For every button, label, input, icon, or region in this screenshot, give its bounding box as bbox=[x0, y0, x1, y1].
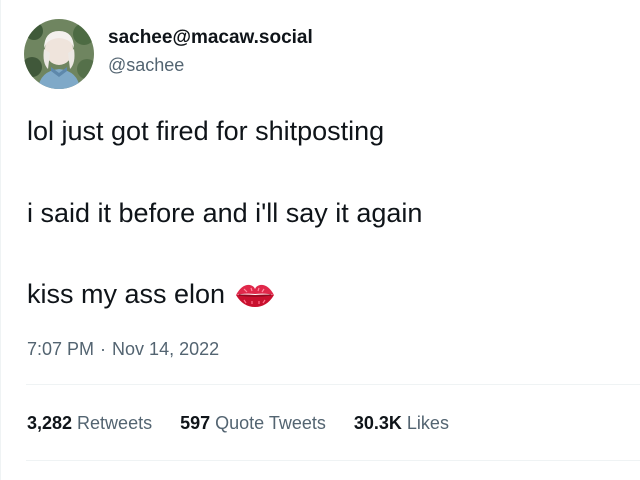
tweet-text-line: kiss my ass elon bbox=[27, 277, 277, 311]
user-handle[interactable]: @sachee bbox=[108, 53, 313, 77]
engagement-stats: 3,282 Retweets 597 Quote Tweets 30.3K Li… bbox=[27, 411, 477, 435]
tweet-date[interactable]: Nov 14, 2022 bbox=[112, 337, 219, 361]
divider bbox=[26, 460, 640, 461]
divider bbox=[26, 384, 640, 385]
tweet-text-line: lol just got fired for shitposting bbox=[27, 116, 385, 146]
profile-photo-icon bbox=[24, 19, 94, 89]
likes-label: Likes bbox=[406, 413, 449, 433]
tweet-timestamp[interactable]: 7:07 PM · Nov 14, 2022 bbox=[27, 337, 219, 361]
author-names: sachee@macaw.social @sachee bbox=[108, 26, 313, 77]
avatar[interactable] bbox=[24, 19, 94, 89]
retweets-count: 3,282 bbox=[27, 413, 73, 433]
timestamp-separator: · bbox=[100, 339, 107, 359]
quote-tweets-count: 597 bbox=[180, 413, 211, 433]
likes-stat[interactable]: 30.3K Likes bbox=[354, 411, 449, 435]
tweet-text-line-content: kiss my ass elon bbox=[27, 279, 226, 309]
tweet-card: sachee@macaw.social @sachee lol just got… bbox=[0, 0, 640, 480]
retweets-stat[interactable]: 3,282 Retweets bbox=[27, 411, 152, 435]
tweet-text-line: i said it before and i'll say it again bbox=[27, 198, 423, 228]
kiss-mark-icon bbox=[233, 281, 277, 309]
tweet-header: sachee@macaw.social @sachee bbox=[24, 19, 313, 89]
quote-tweets-label: Quote Tweets bbox=[215, 413, 326, 433]
tweet-time[interactable]: 7:07 PM bbox=[27, 337, 94, 361]
card-border bbox=[0, 0, 1, 480]
display-name[interactable]: sachee@macaw.social bbox=[108, 26, 313, 50]
likes-count: 30.3K bbox=[353, 413, 402, 433]
quote-tweets-stat[interactable]: 597 Quote Tweets bbox=[180, 411, 326, 435]
retweets-label: Retweets bbox=[77, 413, 153, 433]
